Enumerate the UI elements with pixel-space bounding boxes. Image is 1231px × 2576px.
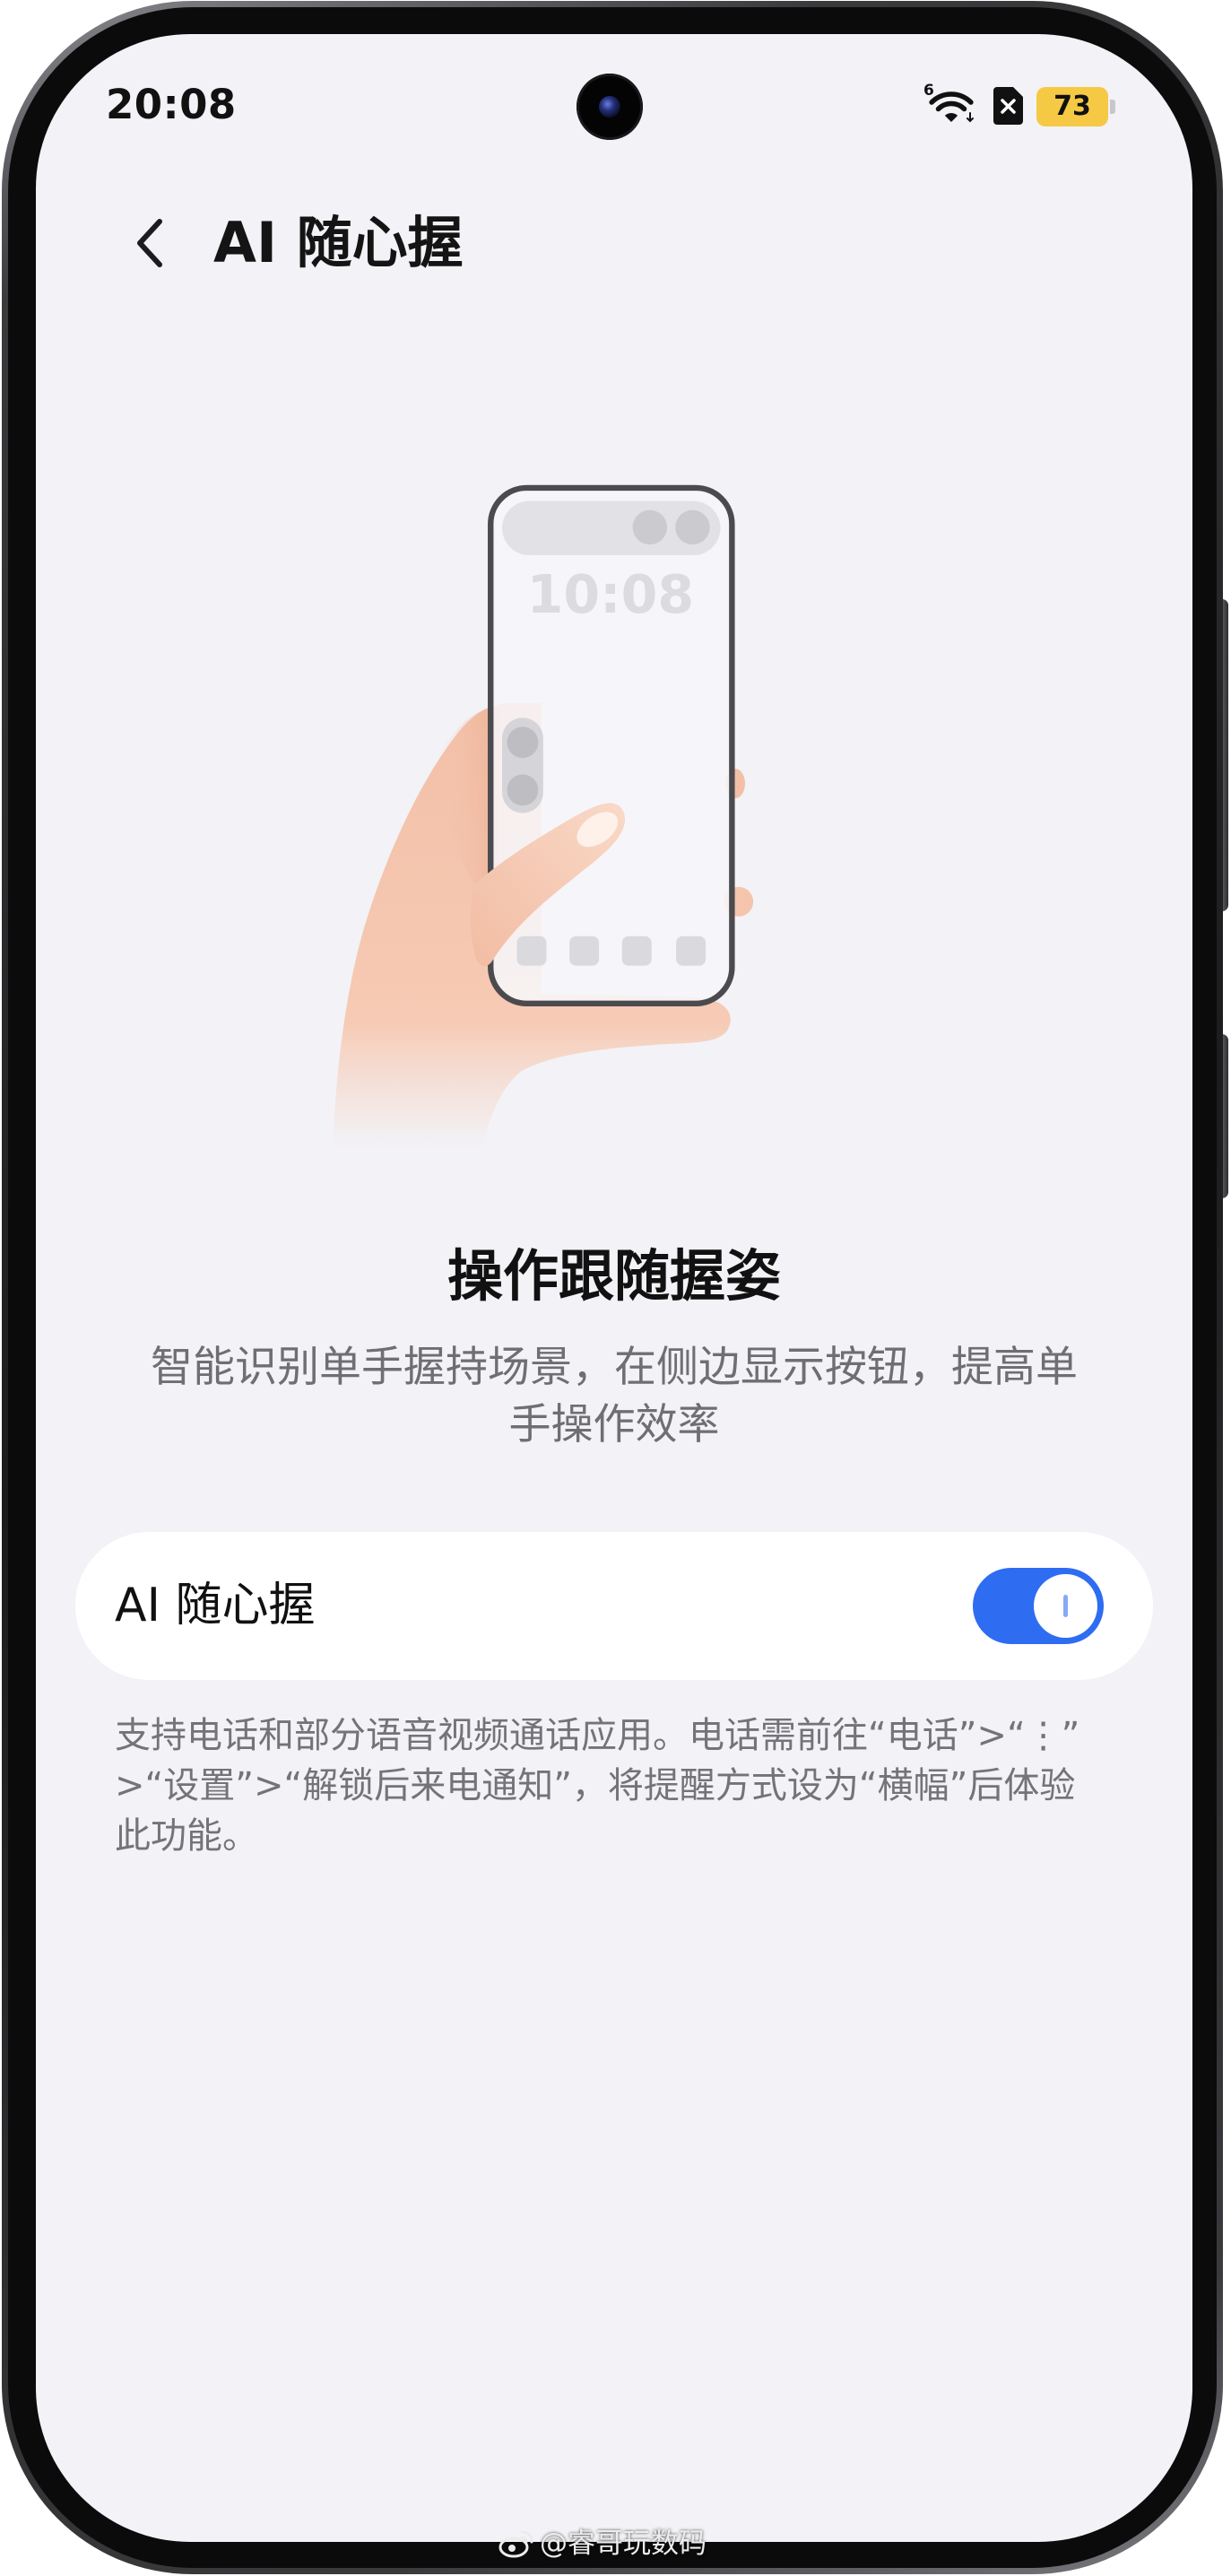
dock-icon [676, 936, 707, 966]
footnote: 支持电话和部分语音视频通话应用。电话需前往“电话”>“⋮” >“设置”>“解锁后… [115, 1710, 1137, 1861]
watermark: @睿哥玩数码 [498, 2528, 707, 2560]
dock-icon [569, 936, 600, 966]
ai-grip-setting-label: AI 随心握 [115, 1579, 316, 1632]
weibo-icon [498, 2530, 533, 2558]
ai-grip-setting-card: AI 随心握 [75, 1532, 1153, 1680]
side-button-dot [507, 774, 539, 806]
status-time: 20:08 [106, 81, 237, 128]
side-button-dot [507, 727, 539, 759]
phone-screen: 20:08 6 73 AI 随心握 10:08 操作跟随握姿 智能识别单手握持场… [36, 34, 1192, 2542]
phone-pill-dot [675, 509, 710, 545]
feature-heading: 操作跟随握姿 [446, 1243, 781, 1309]
ai-grip-toggle[interactable] [973, 1568, 1104, 1644]
wifi-icon: 6 [923, 82, 974, 123]
battery-level: 73 [1053, 91, 1091, 122]
front-camera [576, 74, 643, 140]
feature-description-line: 手操作效率 [508, 1400, 720, 1449]
toggle-knob [1034, 1574, 1097, 1638]
page-title: AI 随心握 [213, 210, 464, 275]
battery-nub [1110, 100, 1115, 114]
battery-icon: 73 [1036, 87, 1108, 126]
dock-icon [621, 936, 652, 966]
wifi-generation-label: 6 [923, 82, 934, 100]
feature-description: 智能识别单手握持场景，在侧边显示按钮，提高单 手操作效率 [36, 1339, 1192, 1454]
footnote-line: 此功能。 [115, 1815, 258, 1857]
sim-missing-icon [993, 87, 1023, 125]
watermark-text: @睿哥玩数码 [540, 2528, 707, 2560]
phone-clock-text: 10:08 [527, 564, 694, 625]
hand-holding-phone-illustration: 10:08 [333, 484, 754, 1150]
camera-lens [599, 96, 620, 117]
chevron-left-icon[interactable] [134, 217, 165, 269]
toggle-on-mark [1063, 1595, 1068, 1617]
feature-description-line: 智能识别单手握持场景，在侧边显示按钮，提高单 [151, 1343, 1078, 1392]
dock-icon [516, 936, 547, 966]
footnote-line: 支持电话和部分语音视频通话应用。电话需前往“电话”>“⋮” [115, 1715, 1080, 1756]
footnote-line: >“设置”>“解锁后来电通知”，将提醒方式设为“横幅”后体验 [115, 1765, 1076, 1806]
phone-pill-dot [632, 509, 668, 545]
